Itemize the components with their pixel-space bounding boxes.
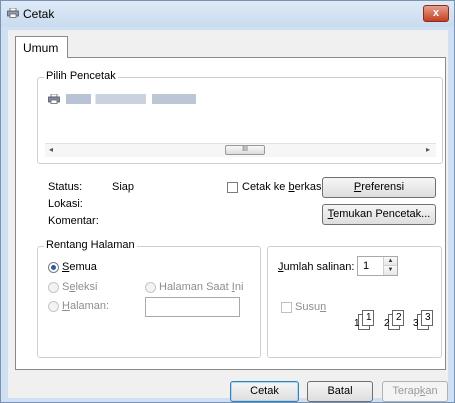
window-title: Cetak [23,7,55,21]
pages-input[interactable] [145,297,240,317]
current-page-label: Halaman Saat Ini [159,281,244,293]
printer-icon [48,94,60,104]
printer-group-title: Pilih Pencetak [44,70,118,82]
print-to-file-checkbox[interactable] [227,182,238,193]
scroll-right-icon[interactable]: ▸ [426,145,430,154]
scroll-left-icon[interactable]: ◂ [49,145,53,154]
print-to-file-label[interactable]: Cetak ke berkas [242,181,322,193]
page-range-title: Rentang Halaman [44,239,137,251]
copies-stepper-buttons[interactable]: ▲ ▼ [383,257,397,275]
tab-general[interactable]: Umum [15,36,68,58]
collate-page-number: 1 [366,312,372,323]
status-label: Status: [48,181,83,193]
increment-icon[interactable]: ▲ [384,257,397,266]
copies-value: 1 [363,260,370,272]
current-page-radio[interactable] [145,282,156,293]
comment-label: Komentar: [48,215,99,227]
collate-page-number: 1 [354,318,360,329]
printer-list-scrollbar[interactable]: ◂ III ▸ [45,143,436,157]
print-button[interactable]: Cetak [230,381,299,402]
printer-name [66,94,276,104]
collate-label: Susun [295,301,327,313]
tab-label: Umum [23,41,59,55]
printer-list-item[interactable] [48,92,276,106]
selection-radio[interactable] [48,282,59,293]
cancel-button[interactable]: Batal [307,381,373,402]
collate-page-number: 3 [413,318,419,329]
collate-page-number: 2 [396,312,402,323]
all-pages-radio[interactable] [48,262,59,273]
copies-stepper[interactable]: 1 ▲ ▼ [357,256,398,276]
copies-label: Jumlah salinan: [278,261,355,273]
decrement-icon[interactable]: ▼ [384,266,397,275]
collate-checkbox[interactable] [281,302,292,313]
preferences-button[interactable]: Preferensi [322,177,436,198]
all-pages-label[interactable]: Semua [62,261,97,273]
title-bar: Cetak x [1,1,454,27]
find-printer-button[interactable]: Temukan Pencetak... [322,204,436,225]
collate-page-number: 3 [425,312,431,323]
selection-label: Seleksi [62,281,98,293]
printer-icon [7,8,19,18]
apply-button[interactable]: Terapkan [382,381,448,402]
collate-page-number: 2 [384,318,390,329]
close-icon: x [432,7,440,19]
pages-label: Halaman: [62,300,110,312]
status-value: Siap [112,181,135,193]
location-label: Lokasi: [48,198,83,210]
close-button[interactable]: x [423,5,449,22]
scrollbar-thumb[interactable]: III [225,145,265,155]
pages-radio[interactable] [48,301,59,312]
